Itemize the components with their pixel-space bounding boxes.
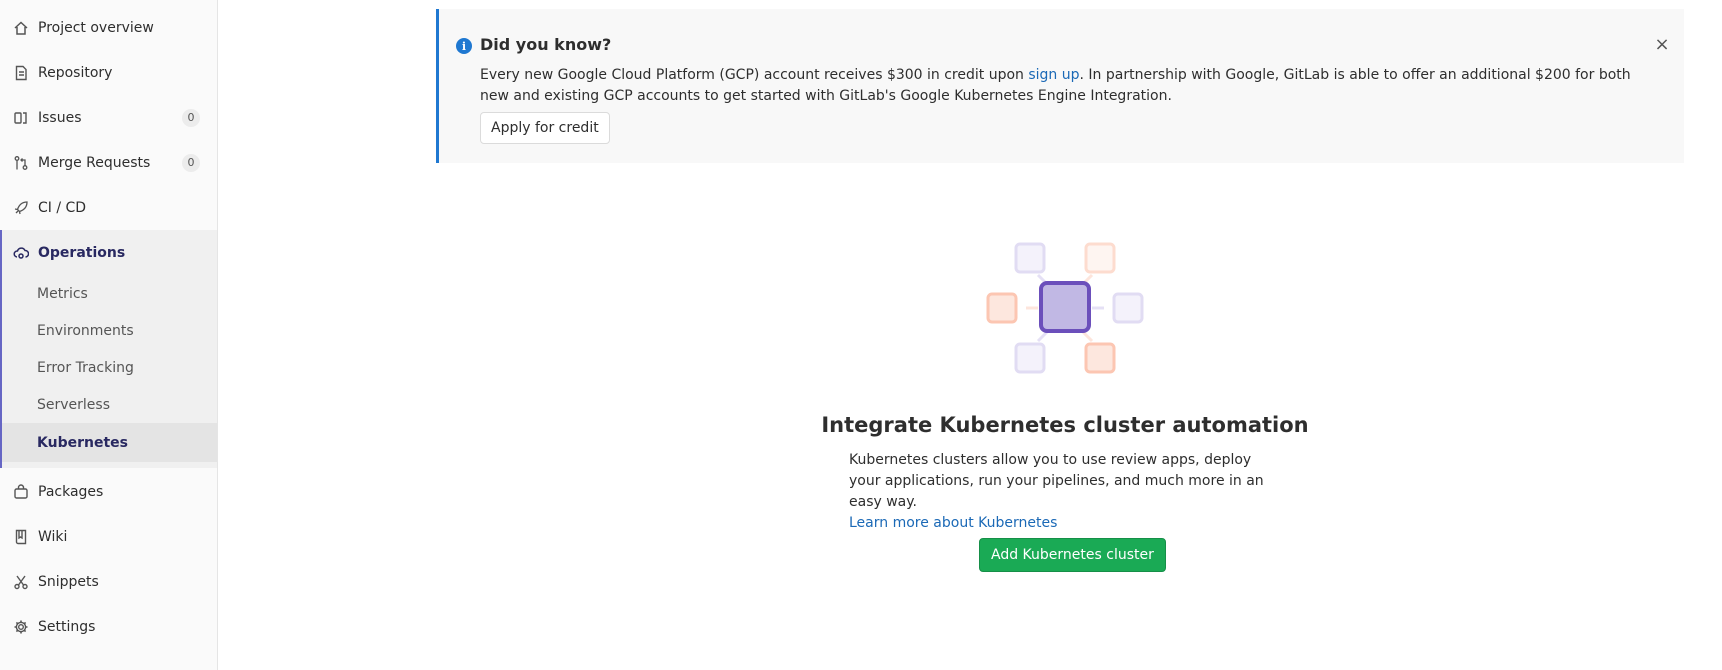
sidebar-item-label: Snippets	[38, 573, 99, 590]
book-icon	[13, 529, 29, 545]
gcp-credit-alert: i Did you know? × Every new Google Cloud…	[436, 9, 1684, 163]
sidebar-item-label: Issues	[38, 109, 82, 126]
empty-state-description: Kubernetes clusters allow you to use rev…	[849, 452, 1264, 510]
sidebar-subitem-environments[interactable]: Environments	[2, 312, 217, 349]
package-icon	[13, 483, 29, 500]
sidebar-item-packages[interactable]: Packages	[0, 469, 217, 514]
sidebar-item-snippets[interactable]: Snippets	[0, 559, 217, 604]
sidebar-item-repository[interactable]: Repository	[0, 50, 217, 95]
sidebar-item-settings[interactable]: Settings	[0, 604, 217, 649]
empty-state-title: Integrate Kubernetes cluster automation	[821, 413, 1309, 437]
count-badge: 0	[182, 153, 200, 172]
sidebar-subitem-metrics[interactable]: Metrics	[2, 275, 217, 312]
sidebar-item-merge-requests[interactable]: Merge Requests 0	[0, 140, 217, 185]
sidebar-item-label: Operations	[38, 244, 126, 261]
empty-state-text: Kubernetes clusters allow you to use rev…	[849, 450, 1269, 534]
add-kubernetes-cluster-button[interactable]: Add Kubernetes cluster	[979, 538, 1166, 572]
sidebar-subitem-label: Error Tracking	[37, 359, 134, 376]
sidebar: Project overview Repository Issues 0 Mer…	[0, 0, 218, 670]
issues-icon	[13, 110, 29, 126]
cloud-gear-icon	[13, 245, 29, 261]
sidebar-item-issues[interactable]: Issues 0	[0, 95, 217, 140]
sidebar-subitem-label: Kubernetes	[37, 434, 128, 451]
rocket-icon	[13, 200, 29, 216]
sidebar-subitem-label: Environments	[37, 322, 134, 339]
alert-body: Every new Google Cloud Platform (GCP) ac…	[480, 65, 1655, 107]
kubernetes-cluster-illustration	[986, 242, 1144, 374]
sidebar-item-label: Merge Requests	[38, 154, 151, 171]
sidebar-item-ci-cd[interactable]: CI / CD	[0, 185, 217, 230]
sidebar-item-label: Wiki	[38, 528, 68, 545]
sidebar-item-wiki[interactable]: Wiki	[0, 514, 217, 559]
sign-up-link[interactable]: sign up	[1028, 67, 1079, 83]
sidebar-item-label: CI / CD	[38, 199, 87, 216]
sidebar-item-label: Packages	[38, 483, 104, 500]
info-icon: i	[456, 38, 472, 54]
apply-for-credit-button[interactable]: Apply for credit	[480, 112, 610, 144]
alert-text: Every new Google Cloud Platform (GCP) ac…	[480, 67, 1029, 83]
sidebar-subitem-label: Serverless	[37, 396, 111, 413]
close-icon[interactable]: ×	[1654, 36, 1670, 54]
count-badge: 0	[182, 108, 200, 127]
sidebar-item-label: Repository	[38, 64, 113, 81]
alert-title: Did you know?	[480, 35, 612, 54]
document-icon	[13, 65, 29, 81]
operations-group: Operations Metrics Environments Error Tr…	[0, 230, 217, 468]
gear-icon	[13, 619, 29, 635]
sidebar-item-label: Project overview	[38, 19, 154, 36]
merge-request-icon	[13, 155, 29, 171]
sidebar-subitem-error-tracking[interactable]: Error Tracking	[2, 349, 217, 386]
scissors-icon	[13, 574, 29, 590]
sidebar-item-operations[interactable]: Operations	[0, 230, 217, 275]
sidebar-subitem-label: Metrics	[37, 285, 88, 302]
sidebar-subitem-kubernetes[interactable]: Kubernetes	[2, 423, 217, 462]
sidebar-subitem-serverless[interactable]: Serverless	[2, 386, 217, 423]
sidebar-item-label: Settings	[38, 618, 96, 635]
sidebar-item-project-overview[interactable]: Project overview	[0, 5, 217, 50]
home-icon	[13, 20, 29, 36]
learn-more-kubernetes-link[interactable]: Learn more about Kubernetes	[849, 513, 1057, 534]
